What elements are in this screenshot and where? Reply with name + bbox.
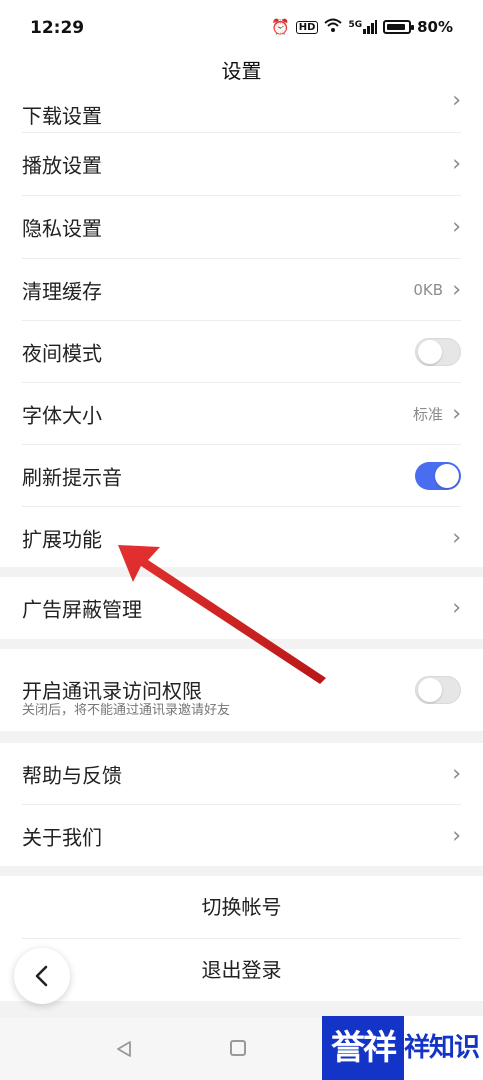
refresh-sound-label: 刷新提示音 [22, 465, 122, 490]
ad-block-label: 广告屏蔽管理 [22, 597, 142, 622]
logout-label: 退出登录 [201, 958, 282, 982]
chevron-right-icon: › [452, 214, 461, 240]
download-settings-label: 下载设置 [22, 104, 102, 128]
settings-item-playback[interactable]: 播放设置 › [0, 133, 483, 195]
settings-item-privacy[interactable]: 隐私设置 › [0, 196, 483, 258]
section-gap [0, 731, 483, 743]
night-mode-label: 夜间模式 [22, 341, 102, 366]
section-gap [0, 639, 483, 649]
settings-item-extensions[interactable]: 扩展功能 › [0, 507, 483, 569]
chevron-right-icon: › [452, 823, 461, 849]
status-bar: 12:29 ⏰ HD 5G 80% [0, 0, 483, 58]
chevron-right-icon: › [452, 761, 461, 787]
settings-item-ad-block[interactable]: 广告屏蔽管理 › [0, 577, 483, 639]
battery-percent: 80% [417, 18, 453, 36]
alarm-icon: ⏰ [271, 18, 290, 36]
chevron-right-icon: › [452, 151, 461, 177]
settings-item-about[interactable]: 关于我们 › [0, 805, 483, 867]
switch-account-label: 切换帐号 [201, 895, 282, 919]
page-title: 设置 [221, 59, 262, 83]
chevron-right-icon: › [452, 277, 461, 303]
back-button[interactable] [14, 948, 70, 1004]
settings-item-font-size[interactable]: 字体大小 标准 › [0, 383, 483, 445]
settings-item-clear-cache[interactable]: 清理缓存 0KB › [0, 259, 483, 321]
settings-item-download[interactable]: 下载设置 › [0, 86, 483, 132]
watermark-logo: 誉祥 祥知识 [322, 1016, 483, 1080]
section-gap [0, 866, 483, 876]
wifi-icon [324, 18, 343, 36]
contacts-permission-toggle[interactable] [415, 676, 461, 704]
signal-icon: 5G [348, 20, 378, 34]
chevron-right-icon: › [452, 595, 461, 621]
refresh-sound-toggle[interactable] [415, 462, 461, 490]
status-icons: ⏰ HD 5G 80% [271, 18, 453, 36]
help-feedback-label: 帮助与反馈 [22, 763, 122, 788]
chevron-right-icon: › [452, 525, 461, 551]
watermark-text: 祥知识 [404, 1016, 483, 1080]
settings-item-contacts: 开启通讯录访问权限 关闭后，将不能通过通讯录邀请好友 [0, 649, 483, 731]
chevron-left-icon [35, 965, 48, 987]
settings-item-refresh-sound: 刷新提示音 [0, 445, 483, 507]
playback-settings-label: 播放设置 [22, 153, 102, 178]
font-size-label: 字体大小 [22, 403, 102, 428]
clear-cache-label: 清理缓存 [22, 279, 102, 304]
nav-home-icon[interactable] [230, 1040, 246, 1056]
chevron-right-icon: › [452, 88, 461, 113]
font-size-value: 标准 [412, 405, 443, 424]
nav-back-icon[interactable] [116, 1040, 132, 1058]
cache-size-value: 0KB [413, 281, 443, 299]
night-mode-toggle[interactable] [415, 338, 461, 366]
extensions-label: 扩展功能 [22, 527, 102, 552]
logout-button[interactable]: 退出登录 [0, 939, 483, 1001]
network-type: 5G [348, 20, 363, 30]
chevron-right-icon: › [452, 401, 461, 427]
section-gap [0, 567, 483, 577]
status-time: 12:29 [30, 18, 85, 38]
about-us-label: 关于我们 [22, 825, 102, 850]
switch-account-button[interactable]: 切换帐号 [0, 876, 483, 938]
settings-item-help[interactable]: 帮助与反馈 › [0, 743, 483, 805]
contacts-permission-subtext: 关闭后，将不能通过通讯录邀请好友 [22, 703, 231, 718]
hd-icon: HD [295, 20, 319, 34]
watermark-brand: 誉祥 [322, 1016, 404, 1080]
settings-item-night-mode: 夜间模式 [0, 321, 483, 383]
battery-icon [383, 20, 415, 34]
privacy-settings-label: 隐私设置 [22, 216, 102, 241]
